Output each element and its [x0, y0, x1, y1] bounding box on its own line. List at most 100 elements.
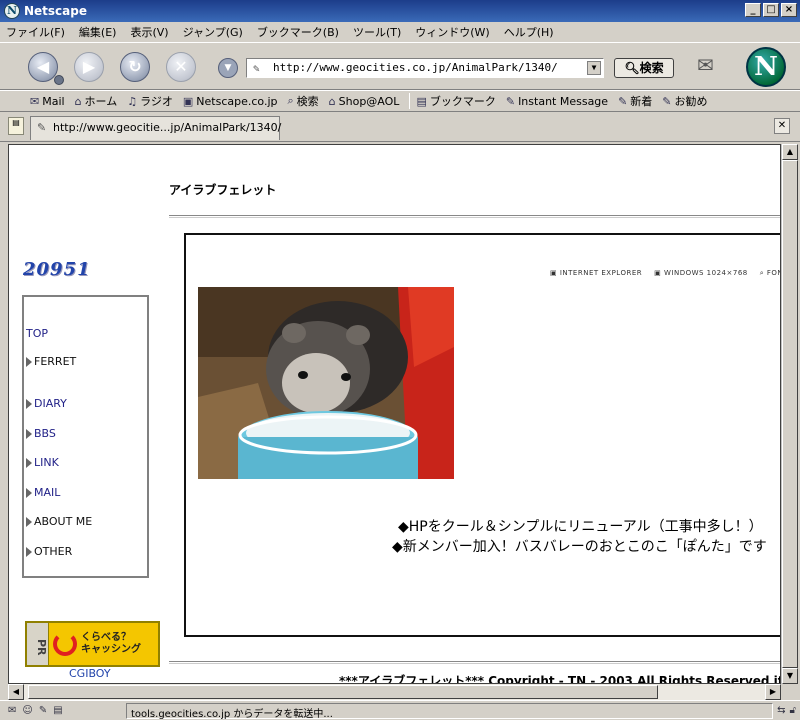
- my-icon: ▣: [182, 94, 194, 108]
- nav-link-label: LINK: [34, 456, 59, 469]
- toolbar-item-netscape[interactable]: ▣ Netscape.co.jp: [183, 95, 278, 108]
- forward-button[interactable]: ▶: [74, 52, 104, 82]
- url-input[interactable]: ✎ http://www.geocities.co.jp/AnimalPark/…: [246, 58, 604, 78]
- menu-tools[interactable]: ツール(T): [353, 24, 401, 40]
- toolbar-item-bookmarks[interactable]: ▤ ブックマーク: [416, 93, 495, 109]
- info-text: WINDOWS 1024×768: [663, 269, 748, 277]
- divider: [169, 215, 780, 218]
- horizontal-scroll-thumb[interactable]: [28, 685, 658, 699]
- menu-go[interactable]: ジャンプ(G): [183, 24, 243, 40]
- page-icon: ✎: [253, 62, 260, 75]
- scroll-left-button[interactable]: ◀: [8, 684, 24, 700]
- nav-link-label: OTHER: [34, 545, 73, 558]
- toolbar-item-instant-message[interactable]: ✎ Instant Message: [506, 95, 608, 108]
- magnifier-icon: 🔍︎: [624, 61, 640, 75]
- url-history-button[interactable]: ▼: [218, 58, 238, 78]
- info-text: FONT: [766, 269, 780, 277]
- back-arrow-icon: ◀: [36, 57, 50, 76]
- instant-message-icon[interactable]: ☺: [22, 705, 32, 716]
- scroll-down-button[interactable]: ▼: [782, 668, 798, 684]
- forward-arrow-icon: ▶: [82, 57, 96, 76]
- copyright-text: ***アイラブフェレット*** Copyright - TN - 2003 Al…: [339, 674, 781, 684]
- toolbar-item-mail[interactable]: ✉ Mail: [30, 95, 65, 108]
- page-icon: ✎: [37, 121, 47, 134]
- nav-link-about-me[interactable]: ABOUT ME: [26, 515, 92, 528]
- site-navigation: TOP FERRET DIARY BBS LINK MAIL ABOUT ME …: [22, 295, 149, 578]
- pr-label: PR: [27, 623, 49, 665]
- composer-icon[interactable]: ✎: [39, 705, 47, 716]
- mail-icon[interactable]: ✉: [697, 53, 727, 79]
- browser-info-font: ⌕ FONT: [760, 269, 780, 278]
- horizontal-scrollbar[interactable]: ◀ ▶: [8, 684, 781, 700]
- reload-icon: ↻: [128, 57, 142, 76]
- home-icon: ⌂: [74, 94, 82, 108]
- news-item: ◆新メンバー加入！バスバレーのおとこのこ「ぽんた」です: [392, 539, 767, 555]
- pr-banner-body: くらべる？ キャッシング: [49, 623, 158, 665]
- cgiboy-link[interactable]: CGIBOY: [69, 667, 111, 680]
- bookmark-icon: ✎: [505, 94, 516, 108]
- toolbar-item-label: Shop@AOL: [338, 94, 400, 108]
- toolbar-item-new[interactable]: ✎ 新着: [618, 93, 652, 109]
- vertical-scrollbar[interactable]: ▲ ▼: [781, 144, 798, 684]
- nav-link-link[interactable]: LINK: [26, 456, 59, 469]
- search-button[interactable]: 🔍︎検索: [614, 58, 674, 78]
- arrow-icon: [26, 357, 32, 367]
- title-bar: N Netscape _ □ ×: [0, 0, 800, 22]
- toolbar-item-recommended[interactable]: ✎ お勧め: [662, 93, 707, 109]
- menu-bookmarks[interactable]: ブックマーク(B): [257, 24, 339, 40]
- maximize-button[interactable]: □: [763, 3, 779, 17]
- browser-info-bar: ▣ INTERNET EXPLORER ▣ WINDOWS 1024×768 ⌕…: [550, 269, 780, 278]
- scroll-right-button[interactable]: ▶: [765, 684, 781, 700]
- navigation-toolbar: ◀ ▶ ↻ ✕ ▼ ✎ http://www.geocities.co.jp/A…: [0, 42, 800, 90]
- back-history-dropdown[interactable]: [54, 75, 64, 85]
- main-content-box: ▣ INTERNET EXPLORER ▣ WINDOWS 1024×768 ⌕…: [184, 233, 780, 637]
- nav-link-top[interactable]: TOP: [26, 327, 48, 340]
- toolbar-item-home[interactable]: ⌂ ホーム: [75, 93, 118, 109]
- pr-banner[interactable]: PR くらべる？ キャッシング: [25, 621, 160, 667]
- chevron-down-icon: ▼: [224, 63, 232, 73]
- arrow-icon: [26, 547, 32, 557]
- close-window-button[interactable]: ×: [781, 3, 797, 17]
- online-status-icon: ⇆: [777, 705, 786, 716]
- visitor-counter: 20951: [23, 259, 91, 280]
- nav-link-ferret[interactable]: FERRET: [26, 355, 76, 368]
- menu-window[interactable]: ウィンドウ(W): [415, 24, 489, 40]
- menu-view[interactable]: 表示(V): [130, 24, 168, 40]
- shop-icon: ⌂: [328, 94, 336, 108]
- netscape-throbber[interactable]: N: [746, 47, 786, 87]
- arrow-icon: [26, 517, 32, 527]
- browser-info-resolution: ▣ WINDOWS 1024×768: [654, 269, 748, 277]
- ferret-photo: [198, 287, 454, 479]
- menu-edit[interactable]: 編集(E): [79, 24, 117, 40]
- tab-current[interactable]: ✎ http://www.geocitie...jp/AnimalPark/13…: [30, 116, 281, 140]
- toolbar-item-search[interactable]: ⌕ 検索: [287, 93, 318, 109]
- toolbar-item-shop[interactable]: ⌂ Shop@AOL: [329, 95, 400, 108]
- reload-button[interactable]: ↻: [120, 52, 150, 82]
- url-text: http://www.geocities.co.jp/AnimalPark/13…: [273, 61, 558, 74]
- nav-link-mail[interactable]: MAIL: [26, 486, 60, 499]
- nav-link-other[interactable]: OTHER: [26, 545, 72, 558]
- arrow-icon: [26, 429, 32, 439]
- menu-bar: ファイル(F) 編集(E) 表示(V) ジャンプ(G) ブックマーク(B) ツー…: [0, 22, 800, 42]
- toolbar-item-label: Instant Message: [518, 94, 609, 108]
- component-bar: ✉ ☺ ✎ ▤: [0, 705, 126, 716]
- scroll-up-button[interactable]: ▲: [782, 144, 798, 160]
- browser-info-ie: ▣ INTERNET EXPLORER: [550, 269, 643, 277]
- url-dropdown-button[interactable]: ▼: [587, 61, 601, 75]
- info-text: INTERNET EXPLORER: [559, 269, 643, 277]
- nav-link-label: BBS: [34, 427, 56, 440]
- mail-icon[interactable]: ✉: [8, 705, 16, 716]
- nav-link-diary[interactable]: DIARY: [26, 397, 67, 410]
- nav-link-bbs[interactable]: BBS: [26, 427, 56, 440]
- vertical-scroll-thumb[interactable]: [782, 160, 798, 668]
- menu-help[interactable]: ヘルプ(H): [504, 24, 554, 40]
- security-lock-icon[interactable]: 🔓︎: [790, 705, 796, 716]
- close-tab-button[interactable]: ✕: [774, 118, 790, 134]
- minimize-button[interactable]: _: [745, 3, 761, 17]
- sidebar-toggle-icon[interactable]: ▤: [8, 117, 24, 135]
- menu-file[interactable]: ファイル(F): [6, 24, 65, 40]
- toolbar-item-radio[interactable]: ♫ ラジオ: [127, 93, 173, 109]
- status-bar: ✉ ☺ ✎ ▤ tools.geocities.co.jp からデータを転送中.…: [0, 700, 800, 720]
- stop-button[interactable]: ✕: [166, 52, 196, 82]
- address-book-icon[interactable]: ▤: [53, 705, 62, 716]
